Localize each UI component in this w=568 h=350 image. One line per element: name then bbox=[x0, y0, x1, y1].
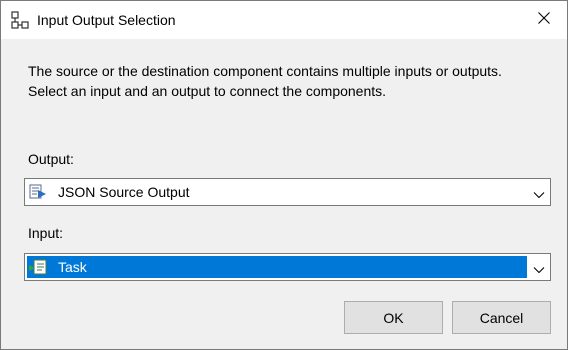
chevron-down-icon[interactable] bbox=[533, 187, 545, 199]
cancel-button[interactable]: Cancel bbox=[452, 301, 551, 334]
task-input-icon bbox=[29, 259, 47, 275]
description-line-2: Select an input and an output to connect… bbox=[28, 83, 387, 99]
output-dropdown[interactable]: JSON Source Output bbox=[24, 178, 551, 206]
ok-button[interactable]: OK bbox=[344, 301, 443, 334]
input-label: Input: bbox=[28, 225, 64, 241]
output-label: Output: bbox=[28, 151, 74, 167]
window-title: Input Output Selection bbox=[37, 12, 176, 28]
input-selection-highlight: Task bbox=[27, 256, 527, 278]
description-line-1: The source or the destination component … bbox=[28, 63, 502, 79]
close-button[interactable] bbox=[521, 1, 567, 39]
source-output-icon bbox=[29, 184, 47, 200]
output-selected-value: JSON Source Output bbox=[58, 184, 190, 200]
input-selected-value: Task bbox=[58, 259, 87, 275]
input-dropdown[interactable]: Task bbox=[24, 253, 551, 281]
description-text: The source or the destination component … bbox=[28, 61, 548, 101]
title-bar: Input Output Selection bbox=[1, 1, 567, 39]
chevron-down-icon[interactable] bbox=[533, 262, 545, 274]
close-icon bbox=[538, 11, 550, 29]
input-output-selection-dialog: Input Output Selection The source or the… bbox=[0, 0, 568, 350]
flow-connector-icon bbox=[11, 11, 29, 29]
